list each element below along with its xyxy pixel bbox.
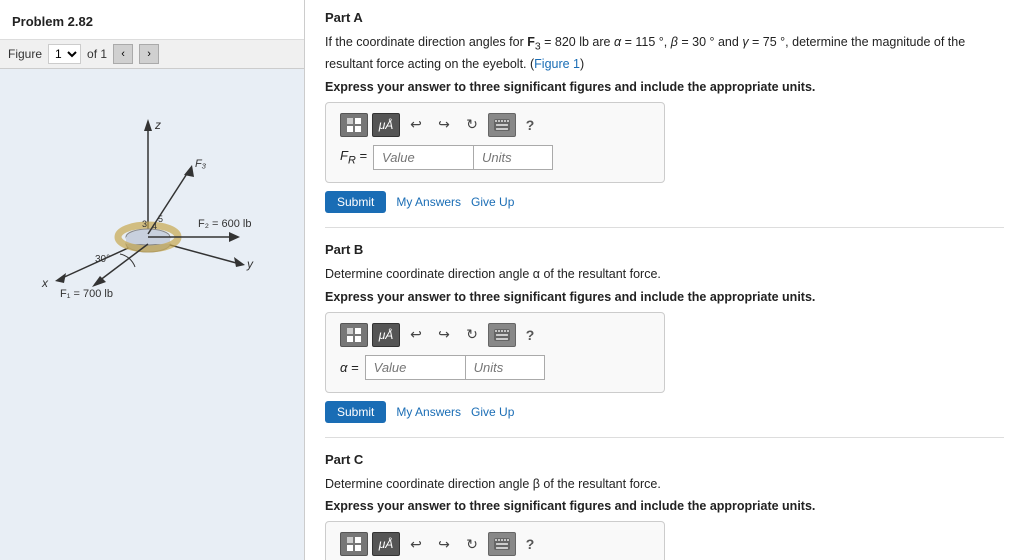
- help-button-c[interactable]: ?: [520, 532, 540, 556]
- refresh-button-a[interactable]: ↻: [460, 113, 484, 137]
- svg-text:z: z: [154, 118, 161, 132]
- keyboard-button-a[interactable]: [488, 113, 516, 137]
- figure-area: Figure 1 of 1 ‹ › z y: [0, 40, 304, 560]
- part-c-toolbar: μÅ ↩ ↪ ↻ ?: [340, 532, 650, 556]
- left-panel: Problem 2.82 Figure 1 of 1 ‹ › z: [0, 0, 305, 560]
- figure-prev-button[interactable]: ‹: [113, 44, 133, 64]
- undo-button-b[interactable]: ↩: [404, 323, 428, 347]
- figure-of-text: of 1: [87, 47, 107, 61]
- right-panel: Part A If the coordinate direction angle…: [305, 0, 1024, 560]
- part-a-units-input[interactable]: [473, 145, 553, 170]
- svg-text:5: 5: [158, 214, 163, 224]
- grid-tool-button-c[interactable]: [340, 532, 368, 556]
- figure-number-select[interactable]: 1: [48, 44, 81, 64]
- undo-button-a[interactable]: ↩: [404, 113, 428, 137]
- part-c-problem-text: Determine coordinate direction angle β o…: [325, 475, 1004, 494]
- part-a-toolbar: μÅ ↩ ↪ ↻ ?: [340, 113, 650, 137]
- svg-text:x: x: [41, 276, 49, 290]
- redo-button-c[interactable]: ↪: [432, 532, 456, 556]
- part-c-answer-box: μÅ ↩ ↪ ↻ ?: [325, 521, 665, 560]
- figure-label: Figure: [8, 47, 42, 61]
- part-b-give-up-button[interactable]: Give Up: [471, 405, 514, 419]
- part-c-heading: Part C: [325, 452, 1004, 467]
- svg-text:3: 3: [142, 219, 147, 229]
- part-a-section: Part A If the coordinate direction angle…: [325, 10, 1004, 228]
- part-a-answer-box: μÅ ↩ ↪ ↻ ?: [325, 102, 665, 183]
- part-b-answer-box: μÅ ↩ ↪ ↻ ?: [325, 312, 665, 393]
- part-c-instruction: Express your answer to three significant…: [325, 499, 1004, 513]
- part-b-value-input[interactable]: [365, 355, 465, 380]
- svg-text:4: 4: [152, 221, 157, 231]
- part-b-my-answers-button[interactable]: My Answers: [396, 405, 461, 419]
- part-a-value-input[interactable]: [373, 145, 473, 170]
- help-button-b[interactable]: ?: [520, 323, 540, 347]
- part-b-instruction: Express your answer to three significant…: [325, 290, 1004, 304]
- part-c-section: Part C Determine coordinate direction an…: [325, 452, 1004, 560]
- refresh-button-b[interactable]: ↻: [460, 323, 484, 347]
- part-a-problem-text: If the coordinate direction angles for F…: [325, 33, 1004, 74]
- figure-toolbar: Figure 1 of 1 ‹ ›: [0, 40, 304, 69]
- svg-text:F₃: F₃: [195, 158, 207, 170]
- figure-canvas: z y x: [0, 69, 304, 560]
- keyboard-button-b[interactable]: [488, 323, 516, 347]
- part-a-action-row: Submit My Answers Give Up: [325, 191, 1004, 213]
- grid-tool-button-b[interactable]: [340, 323, 368, 347]
- mu-button-a[interactable]: μÅ: [372, 113, 400, 137]
- refresh-button-c[interactable]: ↻: [460, 532, 484, 556]
- problem-title-text: Problem 2.82: [12, 14, 93, 29]
- part-a-my-answers-button[interactable]: My Answers: [396, 195, 461, 209]
- figure-svg: z y x: [0, 69, 285, 304]
- redo-button-a[interactable]: ↪: [432, 113, 456, 137]
- help-button-a[interactable]: ?: [520, 113, 540, 137]
- part-b-heading: Part B: [325, 242, 1004, 257]
- mu-button-b[interactable]: μÅ: [372, 323, 400, 347]
- svg-text:30°: 30°: [95, 254, 110, 265]
- part-b-toolbar: μÅ ↩ ↪ ↻ ?: [340, 323, 650, 347]
- keyboard-button-c[interactable]: [488, 532, 516, 556]
- redo-button-b[interactable]: ↪: [432, 323, 456, 347]
- part-b-action-row: Submit My Answers Give Up: [325, 401, 1004, 423]
- mu-button-c[interactable]: μÅ: [372, 532, 400, 556]
- problem-title: Problem 2.82: [0, 0, 304, 40]
- part-a-heading: Part A: [325, 10, 1004, 25]
- part-b-input-label: α =: [340, 360, 359, 375]
- part-b-units-input[interactable]: [465, 355, 545, 380]
- part-b-problem-text: Determine coordinate direction angle α o…: [325, 265, 1004, 284]
- svg-text:F₂ = 600 lb: F₂ = 600 lb: [198, 218, 252, 230]
- part-a-instruction: Express your answer to three significant…: [325, 80, 1004, 94]
- svg-text:y: y: [246, 257, 254, 271]
- svg-text:F₁ = 700 lb: F₁ = 700 lb: [60, 288, 113, 300]
- grid-tool-button-a[interactable]: [340, 113, 368, 137]
- part-a-input-label: FR =: [340, 148, 367, 167]
- part-b-submit-button[interactable]: Submit: [325, 401, 386, 423]
- figure-next-button[interactable]: ›: [139, 44, 159, 64]
- part-a-give-up-button[interactable]: Give Up: [471, 195, 514, 209]
- part-b-input-row: α =: [340, 355, 650, 380]
- figure-link-a[interactable]: Figure 1: [534, 57, 580, 71]
- part-b-section: Part B Determine coordinate direction an…: [325, 242, 1004, 438]
- undo-button-c[interactable]: ↩: [404, 532, 428, 556]
- part-a-submit-button[interactable]: Submit: [325, 191, 386, 213]
- part-a-input-row: FR =: [340, 145, 650, 170]
